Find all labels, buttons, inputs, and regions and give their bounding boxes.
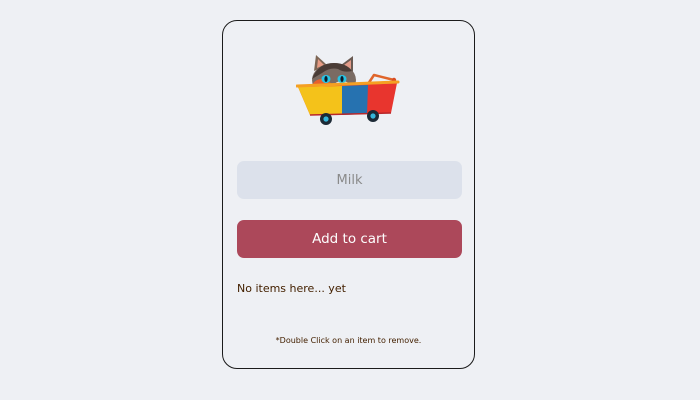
remove-hint: *Double Click on an item to remove. bbox=[275, 336, 422, 345]
add-to-cart-button[interactable]: Add to cart bbox=[237, 220, 462, 258]
empty-list-message: No items here... yet bbox=[237, 282, 346, 295]
cat-in-cart-icon bbox=[296, 55, 400, 125]
app-card: Add to cart No items here... yet *Double… bbox=[222, 20, 475, 369]
item-input[interactable] bbox=[237, 161, 462, 199]
